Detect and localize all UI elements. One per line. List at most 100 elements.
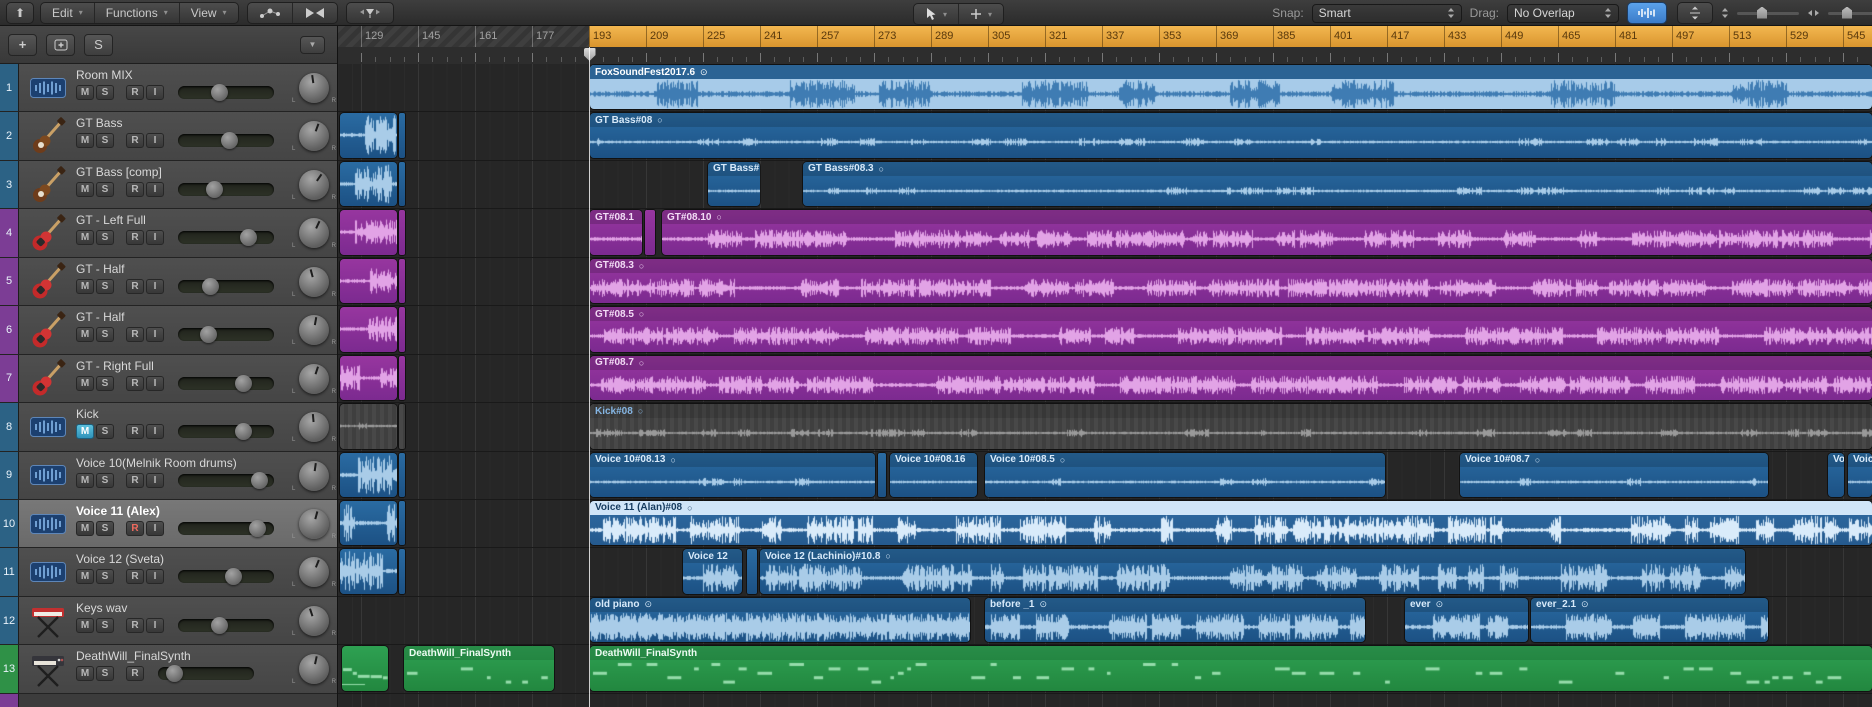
volume-slider[interactable] xyxy=(178,471,274,489)
track-header[interactable]: 8 Kick M S R I L R xyxy=(0,403,337,452)
track-lane[interactable]: GT Bass#08 ○ xyxy=(338,112,1872,161)
track-lane[interactable]: old piano ⊙ before _1 ⊙ ever ⊙ ever_2.1 ⊙ xyxy=(338,596,1872,646)
volume-slider[interactable] xyxy=(178,132,274,150)
audio-region[interactable] xyxy=(399,500,405,546)
pan-knob[interactable]: LR xyxy=(292,73,336,104)
input-monitor-button[interactable]: I xyxy=(146,569,164,585)
input-monitor-button[interactable]: I xyxy=(146,375,164,391)
hide-advanced-button[interactable]: ⬆ xyxy=(6,1,34,24)
record-enable-button[interactable]: R xyxy=(126,617,144,633)
drag-select[interactable]: No Overlap xyxy=(1507,3,1619,23)
audio-region[interactable]: GT Bass#08.3 ○ xyxy=(803,161,1872,207)
pan-knob[interactable]: LR xyxy=(292,460,336,492)
bar-ruler[interactable]: 129 145 161 177 193 209 225 241 257 273 289 305 321 3… xyxy=(338,26,1872,48)
track-name[interactable]: Voice 11 (Alex) xyxy=(76,504,337,518)
mute-button[interactable]: M xyxy=(76,569,94,585)
mute-button[interactable]: M xyxy=(76,520,94,536)
solo-button[interactable]: S xyxy=(96,520,114,536)
audio-region[interactable] xyxy=(399,258,405,304)
record-enable-button[interactable]: R xyxy=(126,666,144,682)
flex-button[interactable] xyxy=(293,3,337,23)
record-enable-button[interactable]: R xyxy=(126,424,144,440)
audio-region[interactable]: Voice 12 (Lachinio)#10.8 ○ xyxy=(760,549,1745,594)
automation-button[interactable] xyxy=(248,2,293,23)
track-name[interactable]: Room MIX xyxy=(76,69,337,82)
solo-button[interactable]: S xyxy=(96,666,114,682)
audio-region[interactable] xyxy=(399,549,405,594)
solo-button[interactable]: S xyxy=(96,472,114,488)
track-name[interactable]: Voice 12 (Sveta) xyxy=(76,553,337,566)
input-monitor-button[interactable]: I xyxy=(146,278,164,294)
audio-region[interactable]: ever ⊙ xyxy=(1405,597,1528,643)
track-lane[interactable]: Voice 11 (Alan)#08 ○ xyxy=(338,499,1872,549)
solo-button[interactable]: S xyxy=(96,230,114,246)
audio-region[interactable] xyxy=(340,355,397,401)
input-monitor-button[interactable]: I xyxy=(146,230,164,246)
record-enable-button[interactable]: R xyxy=(126,133,144,149)
track-header[interactable]: 7 GT - Right Full M S R I L R xyxy=(0,354,337,404)
audio-region[interactable]: Voice 10#08.7 ○ xyxy=(1460,452,1768,497)
audio-region[interactable]: Voice 12 xyxy=(683,549,742,594)
track-header[interactable]: 9 Voice 10(Melnik Room drums) M S R I L R xyxy=(0,451,337,500)
mute-button[interactable]: M xyxy=(76,424,94,440)
pan-knob[interactable]: LR xyxy=(292,315,336,346)
track-lane[interactable]: Voice 10#08.13 ○ Voice 10#08.16 Voice 10#08… xyxy=(338,451,1872,500)
track-header[interactable]: 4 GT - Left Full M S R I L R xyxy=(0,209,337,258)
audio-region[interactable] xyxy=(340,500,397,546)
audio-region[interactable]: Kick#08 ○ xyxy=(590,404,1872,449)
volume-slider-thumb[interactable] xyxy=(165,665,183,683)
track-name[interactable]: GT Bass [comp] xyxy=(76,165,337,179)
volume-slider-thumb[interactable] xyxy=(251,471,269,489)
pan-knob[interactable]: LR xyxy=(292,508,336,540)
audio-region[interactable] xyxy=(399,307,405,352)
volume-slider-thumb[interactable] xyxy=(225,568,243,586)
track-header[interactable]: 5 GT - Half M S R I L R xyxy=(0,257,337,307)
track-lane[interactable]: DeathWill_FinalSynth DeathWill_FinalSynth xyxy=(338,645,1872,694)
volume-slider-thumb[interactable] xyxy=(234,423,252,441)
mute-button[interactable]: M xyxy=(76,472,94,488)
track-header[interactable]: 1 Room MIX M S R I L R xyxy=(0,64,337,113)
audio-region[interactable]: GT#08.5 ○ xyxy=(590,307,1872,352)
volume-slider[interactable] xyxy=(178,229,274,247)
track-header[interactable]: 12 Keys wav M S R I L R xyxy=(0,596,337,646)
record-enable-button[interactable]: R xyxy=(126,181,144,197)
horizontal-zoom-thumb[interactable] xyxy=(1842,6,1852,19)
audio-region[interactable] xyxy=(399,113,405,158)
command-click-tool-menu[interactable]: ▾ xyxy=(959,4,1003,24)
track-name[interactable]: GT - Right Full xyxy=(76,359,337,373)
waveform-zoom-button[interactable] xyxy=(1627,2,1667,24)
record-enable-button[interactable]: R xyxy=(126,375,144,391)
volume-slider-thumb[interactable] xyxy=(205,180,223,198)
record-enable-button[interactable]: R xyxy=(126,327,144,343)
vertical-auto-zoom-button[interactable] xyxy=(1677,2,1713,24)
input-monitor-button[interactable]: I xyxy=(146,424,164,440)
input-monitor-button[interactable]: I xyxy=(146,617,164,633)
track-lane[interactable]: GT#08.5 ○ xyxy=(338,306,1872,355)
track-name[interactable]: Kick xyxy=(76,408,337,421)
left-click-tool-menu[interactable]: ▾ xyxy=(914,4,960,24)
record-enable-button[interactable]: R xyxy=(126,472,144,488)
audio-region[interactable]: Voice 10#08.16 xyxy=(890,452,977,497)
vertical-zoom-arrows-icon[interactable] xyxy=(1721,7,1729,19)
audio-region[interactable] xyxy=(340,210,397,255)
audio-region[interactable]: Voice 10#08.5 ○ xyxy=(985,452,1385,497)
vertical-zoom-slider[interactable] xyxy=(1737,6,1799,19)
playhead[interactable] xyxy=(589,47,590,707)
vertical-zoom-thumb[interactable] xyxy=(1757,6,1767,19)
snap-select[interactable]: Smart xyxy=(1311,3,1462,23)
solo-button[interactable]: S xyxy=(96,133,114,149)
mute-button[interactable]: M xyxy=(76,617,94,633)
audio-region[interactable] xyxy=(399,404,405,449)
audio-region[interactable]: GT#08.1 xyxy=(590,210,642,255)
input-monitor-button[interactable]: I xyxy=(146,181,164,197)
volume-slider[interactable] xyxy=(178,423,274,441)
volume-slider[interactable] xyxy=(178,84,274,101)
track-name[interactable]: GT Bass xyxy=(76,117,337,130)
audio-region[interactable] xyxy=(878,452,886,497)
track-name[interactable]: GT - Half xyxy=(76,311,337,324)
track-header[interactable]: 11 Voice 12 (Sveta) M S R I L R xyxy=(0,548,337,597)
mute-button[interactable]: M xyxy=(76,375,94,391)
track-header[interactable]: 10 Voice 11 (Alex) M S R I L R xyxy=(0,499,337,549)
record-enable-button[interactable]: R xyxy=(126,230,144,246)
duplicate-track-button[interactable] xyxy=(46,33,75,56)
